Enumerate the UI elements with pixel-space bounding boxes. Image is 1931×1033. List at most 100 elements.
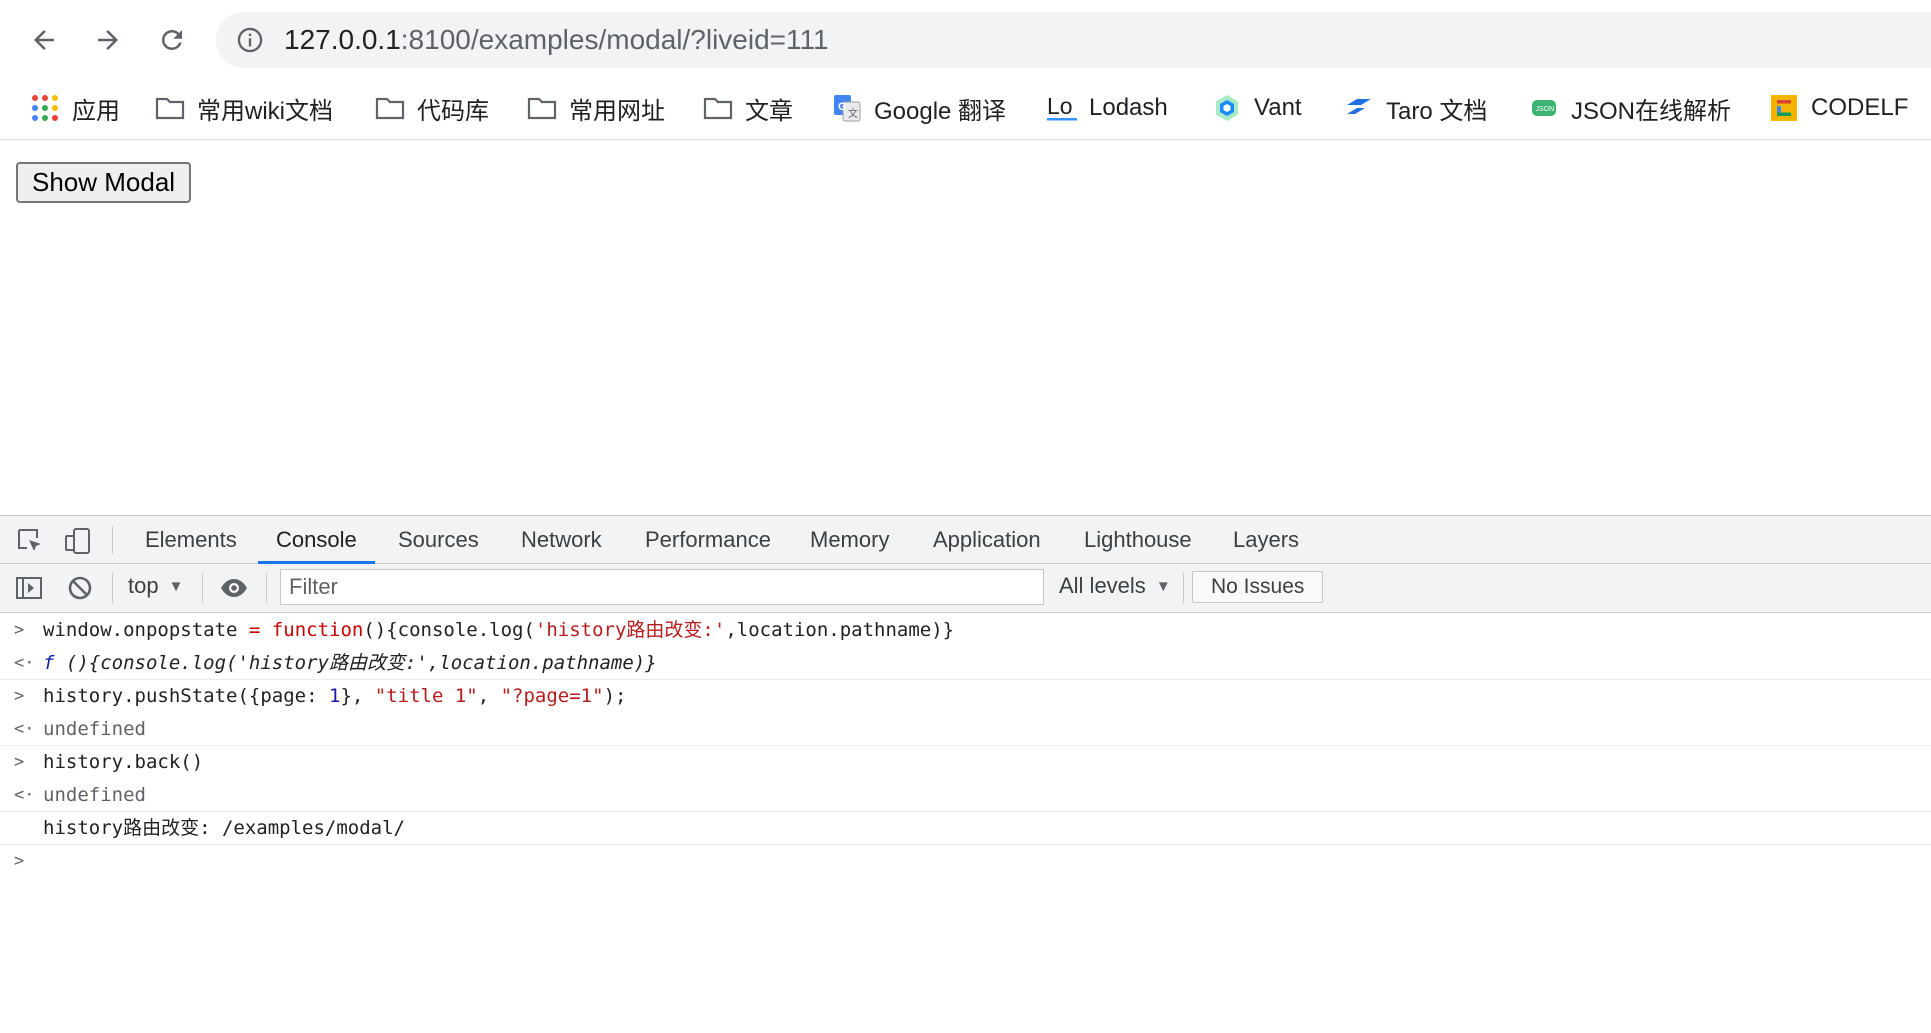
bookmark-folder-sites[interactable]: 常用网址 xyxy=(527,86,665,130)
back-button[interactable] xyxy=(20,16,68,64)
console-result-text: undefined xyxy=(43,718,146,740)
console-input-text: history.pushState({page: 1}, "title 1", … xyxy=(43,680,626,713)
folder-icon xyxy=(527,93,557,123)
code-token: window.onpopstate xyxy=(43,619,249,641)
url-host: 127.0.0.1 xyxy=(284,24,401,55)
prompt-chevron-icon: > xyxy=(14,851,25,871)
svg-text:Lo: Lo xyxy=(1047,93,1073,119)
device-toolbar-icon[interactable] xyxy=(63,526,93,556)
bookmark-label: 应用 xyxy=(72,97,120,125)
bookmark-folder-code[interactable]: 代码库 xyxy=(375,86,489,130)
tab-elements[interactable]: Elements xyxy=(145,516,237,563)
console-result-text: f (){console.log('history路由改变:',location… xyxy=(43,647,657,680)
console-log-line: history路由改变: /examples/modal/ xyxy=(0,812,1931,845)
return-arrow-icon: <· xyxy=(14,785,35,805)
code-token: = xyxy=(248,619,261,641)
bookmark-taro[interactable]: Taro 文档 xyxy=(1344,86,1487,130)
bookmark-label: Google 翻译 xyxy=(874,97,1007,125)
bookmark-lodash[interactable]: Lo Lodash xyxy=(1047,86,1168,130)
code-token: }, xyxy=(340,685,375,707)
bookmark-codelf[interactable]: CODELF xyxy=(1769,86,1908,130)
return-arrow-icon: <· xyxy=(14,653,35,673)
folder-icon xyxy=(155,93,185,123)
divider xyxy=(1183,573,1184,603)
divider xyxy=(112,573,113,603)
devtools-panel: Elements Console Sources Network Perform… xyxy=(0,515,1931,1033)
code-token: f xyxy=(43,652,66,674)
console-input-line: > window.onpopstate = function(){console… xyxy=(0,614,1931,647)
devtools-tab-bar: Elements Console Sources Network Perform… xyxy=(0,516,1931,564)
console-input-text: window.onpopstate = function(){console.l… xyxy=(43,614,954,647)
forward-button[interactable] xyxy=(84,16,132,64)
tab-layers[interactable]: Layers xyxy=(1233,516,1299,563)
issues-button[interactable]: No Issues xyxy=(1192,571,1324,603)
bookmark-label: JSON在线解析 xyxy=(1571,97,1732,125)
log-levels-dropdown[interactable]: All levels ▼ xyxy=(1059,573,1171,599)
svg-text:G: G xyxy=(838,101,847,113)
console-output: > window.onpopstate = function(){console… xyxy=(0,614,1931,1033)
code-token: (){console.log( xyxy=(363,619,535,641)
bookmark-vant[interactable]: Vant xyxy=(1212,86,1302,130)
clear-console-icon[interactable] xyxy=(65,573,95,603)
console-prompt[interactable]: > xyxy=(0,845,1931,878)
address-bar[interactable]: 127.0.0.1:8100/examples/modal/?liveid=11… xyxy=(216,12,1931,68)
svg-text:JSON: JSON xyxy=(1536,106,1555,113)
sidebar-toggle-icon[interactable] xyxy=(14,573,44,603)
console-result-line: <· undefined xyxy=(0,779,1931,812)
code-token: history.pushState({page: xyxy=(43,685,329,707)
tab-network[interactable]: Network xyxy=(521,516,602,563)
codelf-icon xyxy=(1769,93,1799,123)
console-result-line: <· undefined xyxy=(0,713,1931,746)
code-token: "?page=1" xyxy=(500,685,604,707)
filter-input[interactable] xyxy=(280,569,1044,605)
console-result-line: <· f (){console.log('history路由改变:',locat… xyxy=(0,647,1931,680)
url-path: :8100/examples/modal/?liveid=111 xyxy=(400,24,829,55)
console-toolbar: top ▼ All levels ▼ No Issues xyxy=(0,564,1931,613)
reload-icon xyxy=(161,29,182,50)
bookmark-google-translate[interactable]: G文 Google 翻译 xyxy=(832,86,1006,130)
log-levels-label: All levels xyxy=(1059,573,1146,598)
eye-icon[interactable] xyxy=(219,573,249,603)
caret-down-icon: ▼ xyxy=(1155,577,1171,595)
bookmark-label: 文章 xyxy=(745,97,793,125)
site-info-icon[interactable] xyxy=(236,26,264,54)
bookmark-json[interactable]: JSON JSON在线解析 xyxy=(1529,86,1731,130)
bookmark-folder-wiki[interactable]: 常用wiki文档 xyxy=(155,86,333,130)
context-label: top xyxy=(128,573,159,598)
context-selector[interactable]: top ▼ xyxy=(128,573,183,599)
arrow-left-icon xyxy=(34,30,54,50)
bookmark-label: Lodash xyxy=(1089,94,1168,121)
console-log-text: history路由改变: /examples/modal/ xyxy=(43,817,405,839)
folder-icon xyxy=(703,93,733,123)
console-input-line: > history.back() xyxy=(0,746,1931,779)
apps-grid-icon xyxy=(30,93,60,123)
page-content: Show Modal xyxy=(0,141,1931,515)
bookmark-label: Taro 文档 xyxy=(1386,97,1488,125)
tab-console[interactable]: Console xyxy=(258,516,375,564)
code-token: ); xyxy=(603,685,627,707)
tab-sources[interactable]: Sources xyxy=(398,516,479,563)
code-token: 'history路由改变:' xyxy=(534,619,726,641)
vant-icon xyxy=(1212,93,1242,123)
bookmark-folder-articles[interactable]: 文章 xyxy=(703,86,793,130)
divider xyxy=(266,573,267,603)
inspect-element-icon[interactable] xyxy=(15,526,45,556)
bookmark-label: 代码库 xyxy=(417,97,489,125)
chevron-right-icon: > xyxy=(14,620,25,640)
bookmark-label: Vant xyxy=(1254,94,1302,121)
tab-performance[interactable]: Performance xyxy=(645,516,771,563)
url-text: 127.0.0.1:8100/examples/modal/?liveid=11… xyxy=(284,24,829,56)
reload-button[interactable] xyxy=(148,16,196,64)
code-token: "title 1" xyxy=(374,685,478,707)
tab-memory[interactable]: Memory xyxy=(810,516,889,563)
bookmark-apps[interactable]: 应用 xyxy=(30,86,120,130)
tab-application[interactable]: Application xyxy=(933,516,1041,563)
show-modal-button[interactable]: Show Modal xyxy=(16,162,192,203)
code-token: ,location.pathname)} xyxy=(725,619,955,641)
tab-lighthouse[interactable]: Lighthouse xyxy=(1084,516,1192,563)
console-result-text: undefined xyxy=(43,784,146,806)
console-input-text: history.back() xyxy=(43,751,204,773)
browser-toolbar: 127.0.0.1:8100/examples/modal/?liveid=11… xyxy=(0,0,1931,78)
chevron-right-icon: > xyxy=(14,752,25,772)
